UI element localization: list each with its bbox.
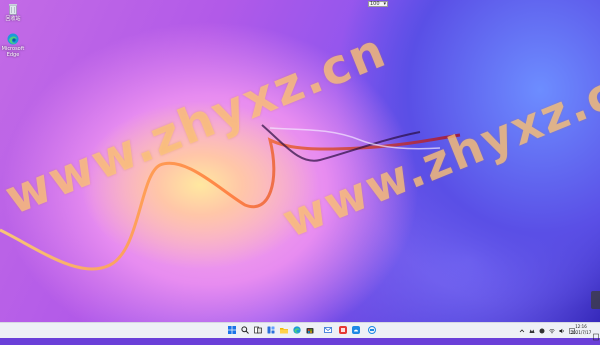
edge-taskbar-button[interactable] — [293, 326, 301, 334]
widgets-icon — [267, 326, 275, 334]
store-icon — [306, 328, 314, 334]
store-button[interactable] — [306, 326, 314, 334]
system-tray — [515, 323, 575, 338]
desktop-wallpaper: www.zhyxz.cn www.zhyxz.cn — [0, 0, 600, 322]
task-view-button[interactable] — [254, 326, 262, 334]
notifications-button[interactable] — [593, 326, 599, 341]
desktop-icon-label: Microsoft Edge — [1, 46, 25, 58]
clock[interactable]: 12:16 2021/7/17 — [570, 324, 592, 336]
network-button[interactable] — [549, 328, 555, 334]
chevron-down-icon: ▾ — [383, 1, 386, 7]
notification-icon — [593, 333, 599, 341]
tray-app-icon — [529, 329, 535, 333]
app-blue-button[interactable] — [352, 326, 360, 334]
clock-date: 2021/7/17 — [570, 330, 592, 335]
edge-icon — [293, 326, 301, 334]
mail-button[interactable] — [324, 326, 332, 334]
tray-status-button[interactable] — [539, 328, 545, 334]
start-icon — [228, 326, 236, 334]
volume-icon — [559, 328, 564, 333]
app-red-icon — [341, 328, 345, 332]
edge-icon — [7, 33, 19, 45]
status-icon — [539, 328, 545, 333]
widgets-button[interactable] — [267, 326, 275, 334]
app-teal-button[interactable] — [368, 326, 376, 334]
desktop-icon-label: 回收站 — [5, 16, 21, 22]
wifi-icon — [549, 328, 555, 333]
tray-app-button[interactable] — [529, 328, 535, 334]
top-mini-widget[interactable]: 100 ▾ — [368, 1, 388, 7]
volume-button[interactable] — [559, 328, 565, 334]
recycle-bin-icon — [9, 4, 17, 15]
app-teal-icon — [370, 329, 374, 331]
file-explorer-button[interactable] — [280, 326, 288, 334]
task-view-icon — [254, 326, 262, 334]
chevron-up-icon — [519, 328, 525, 332]
search-button[interactable] — [241, 326, 249, 334]
side-pull-tab[interactable] — [591, 291, 600, 309]
top-widget-value: 100 — [370, 1, 380, 7]
mail-icon — [324, 327, 332, 333]
taskbar: 12:16 2021/7/17 — [0, 322, 600, 341]
desktop-icon-recycle-bin[interactable]: 回收站 — [0, 3, 30, 22]
file-explorer-icon — [280, 328, 288, 334]
search-icon — [241, 326, 249, 334]
app-red-button[interactable] — [339, 326, 347, 334]
start-button[interactable] — [228, 326, 236, 334]
app-blue-icon — [354, 329, 358, 332]
desktop-icon-edge[interactable]: Microsoft Edge — [0, 33, 30, 58]
tray-overflow-button[interactable] — [519, 328, 525, 334]
